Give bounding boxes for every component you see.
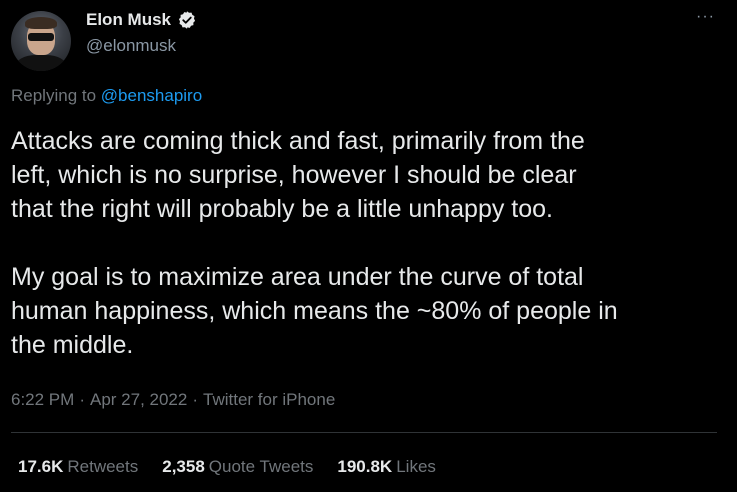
likes-count: 190.8K [337,457,393,476]
tweet-date[interactable]: Apr 27, 2022 [90,390,187,409]
likes-stat[interactable]: 190.8K Likes [337,457,436,477]
replying-to-line: Replying to @benshapiro [11,86,202,106]
avatar[interactable] [11,11,71,71]
quote-tweets-stat[interactable]: 2,358 Quote Tweets [162,457,313,477]
reply-mention-link[interactable]: @benshapiro [101,86,202,105]
avatar-hair [25,17,57,29]
tweet-text: Attacks are coming thick and fast, prima… [11,127,618,359]
retweets-count: 17.6K [18,457,64,476]
verified-badge-icon [177,10,197,30]
retweets-stat[interactable]: 17.6K Retweets [18,457,138,477]
tweet-source[interactable]: Twitter for iPhone [203,390,335,409]
quote-tweets-count: 2,358 [162,457,205,476]
avatar-suit [15,55,67,71]
quote-tweets-label: Quote Tweets [208,457,314,476]
meta-separator: · [79,390,85,409]
tweet-time[interactable]: 6:22 PM [11,390,74,409]
replying-to-label: Replying to [11,86,97,105]
author-name-row: Elon Musk [86,10,197,30]
more-options-icon[interactable]: ··· [696,9,715,25]
divider [11,432,717,433]
engagement-stats: 17.6K Retweets 2,358 Quote Tweets 190.8K Li… [18,457,436,477]
tweet-meta: 6:22 PM · Apr 27, 2022 · Twitter for iPhone [11,390,335,410]
author-display-name[interactable]: Elon Musk [86,10,171,30]
avatar-sunglasses [28,33,54,41]
author-handle[interactable]: @elonmusk [86,36,176,56]
retweets-label: Retweets [67,457,139,476]
meta-separator: · [192,390,199,409]
likes-label: Likes [396,457,436,476]
